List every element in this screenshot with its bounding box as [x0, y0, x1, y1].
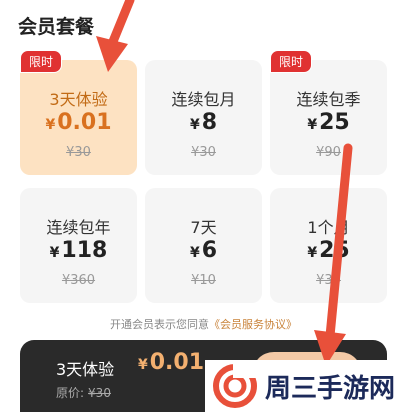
plan-original-price: ¥30	[316, 273, 341, 288]
price-value: 0.01	[149, 350, 205, 375]
price-value: 0.01	[57, 110, 112, 135]
plan-original-price: ¥10	[191, 273, 216, 288]
plan-name: 3天体验	[49, 90, 108, 109]
plan-card-monthly[interactable]: 连续包月 ¥8 ¥30	[145, 60, 262, 175]
plan-original-price: ¥360	[61, 273, 96, 288]
plan-price: ¥25	[270, 110, 387, 135]
watermark-logo-icon	[213, 364, 257, 408]
plan-price: ¥25	[270, 238, 387, 263]
currency-symbol: ¥	[189, 117, 200, 133]
limited-time-badge: 限时	[270, 50, 313, 73]
selected-plan-price: ¥0.01	[138, 350, 204, 375]
plan-card-7day[interactable]: 7天 ¥6 ¥10	[145, 188, 262, 303]
plan-card-quarterly[interactable]: 限时 连续包季 ¥25 ¥90	[270, 50, 387, 175]
plan-card-3day-trial[interactable]: 限时 3天体验 ¥0.01 ¥30	[20, 50, 137, 175]
plan-name: 连续包年	[46, 218, 111, 237]
plan-name: 7天	[190, 218, 217, 237]
plan-card-yearly[interactable]: 连续包年 ¥118 ¥360	[20, 188, 137, 303]
price-value: 25	[319, 110, 350, 135]
selected-plan-name: 3天体验	[56, 360, 115, 379]
plan-original-price: ¥30	[66, 145, 91, 160]
plan-name: 连续包月	[171, 90, 236, 109]
plan-name: 1个月	[307, 218, 350, 237]
price-value: 25	[319, 238, 350, 263]
currency-symbol: ¥	[45, 117, 56, 133]
currency-symbol: ¥	[189, 245, 200, 261]
price-value: 6	[201, 238, 218, 263]
agreement-notice: 开通会员表示您同意《会员服务协议》	[0, 316, 407, 332]
plan-price: ¥0.01	[20, 110, 137, 135]
plan-original-price: ¥30	[191, 145, 216, 160]
agreement-text: 开通会员表示您同意	[110, 318, 209, 331]
plan-price: ¥118	[20, 238, 137, 263]
price-value: 8	[201, 110, 218, 135]
currency-symbol: ¥	[49, 245, 60, 261]
plan-card-1month[interactable]: 1个月 ¥25 ¥30	[270, 188, 387, 303]
page-title: 会员套餐	[18, 16, 95, 38]
watermark: 周三手游网	[205, 360, 407, 412]
currency-symbol: ¥	[307, 117, 318, 133]
original-price-label: 原价:	[56, 386, 85, 400]
currency-symbol: ¥	[307, 245, 318, 261]
plan-name: 连续包季	[296, 90, 361, 109]
currency-symbol: ¥	[138, 357, 148, 373]
original-price-row: 原价: ¥30	[56, 384, 111, 401]
watermark-text: 周三手游网	[265, 373, 396, 404]
plan-price: ¥8	[145, 110, 262, 135]
plan-price: ¥6	[145, 238, 262, 263]
limited-time-badge: 限时	[20, 50, 63, 73]
service-agreement-link[interactable]: 《会员服务协议》	[209, 318, 297, 331]
price-value: 118	[61, 238, 108, 263]
plan-original-price: ¥90	[316, 145, 341, 160]
original-price-value: ¥30	[88, 386, 111, 400]
